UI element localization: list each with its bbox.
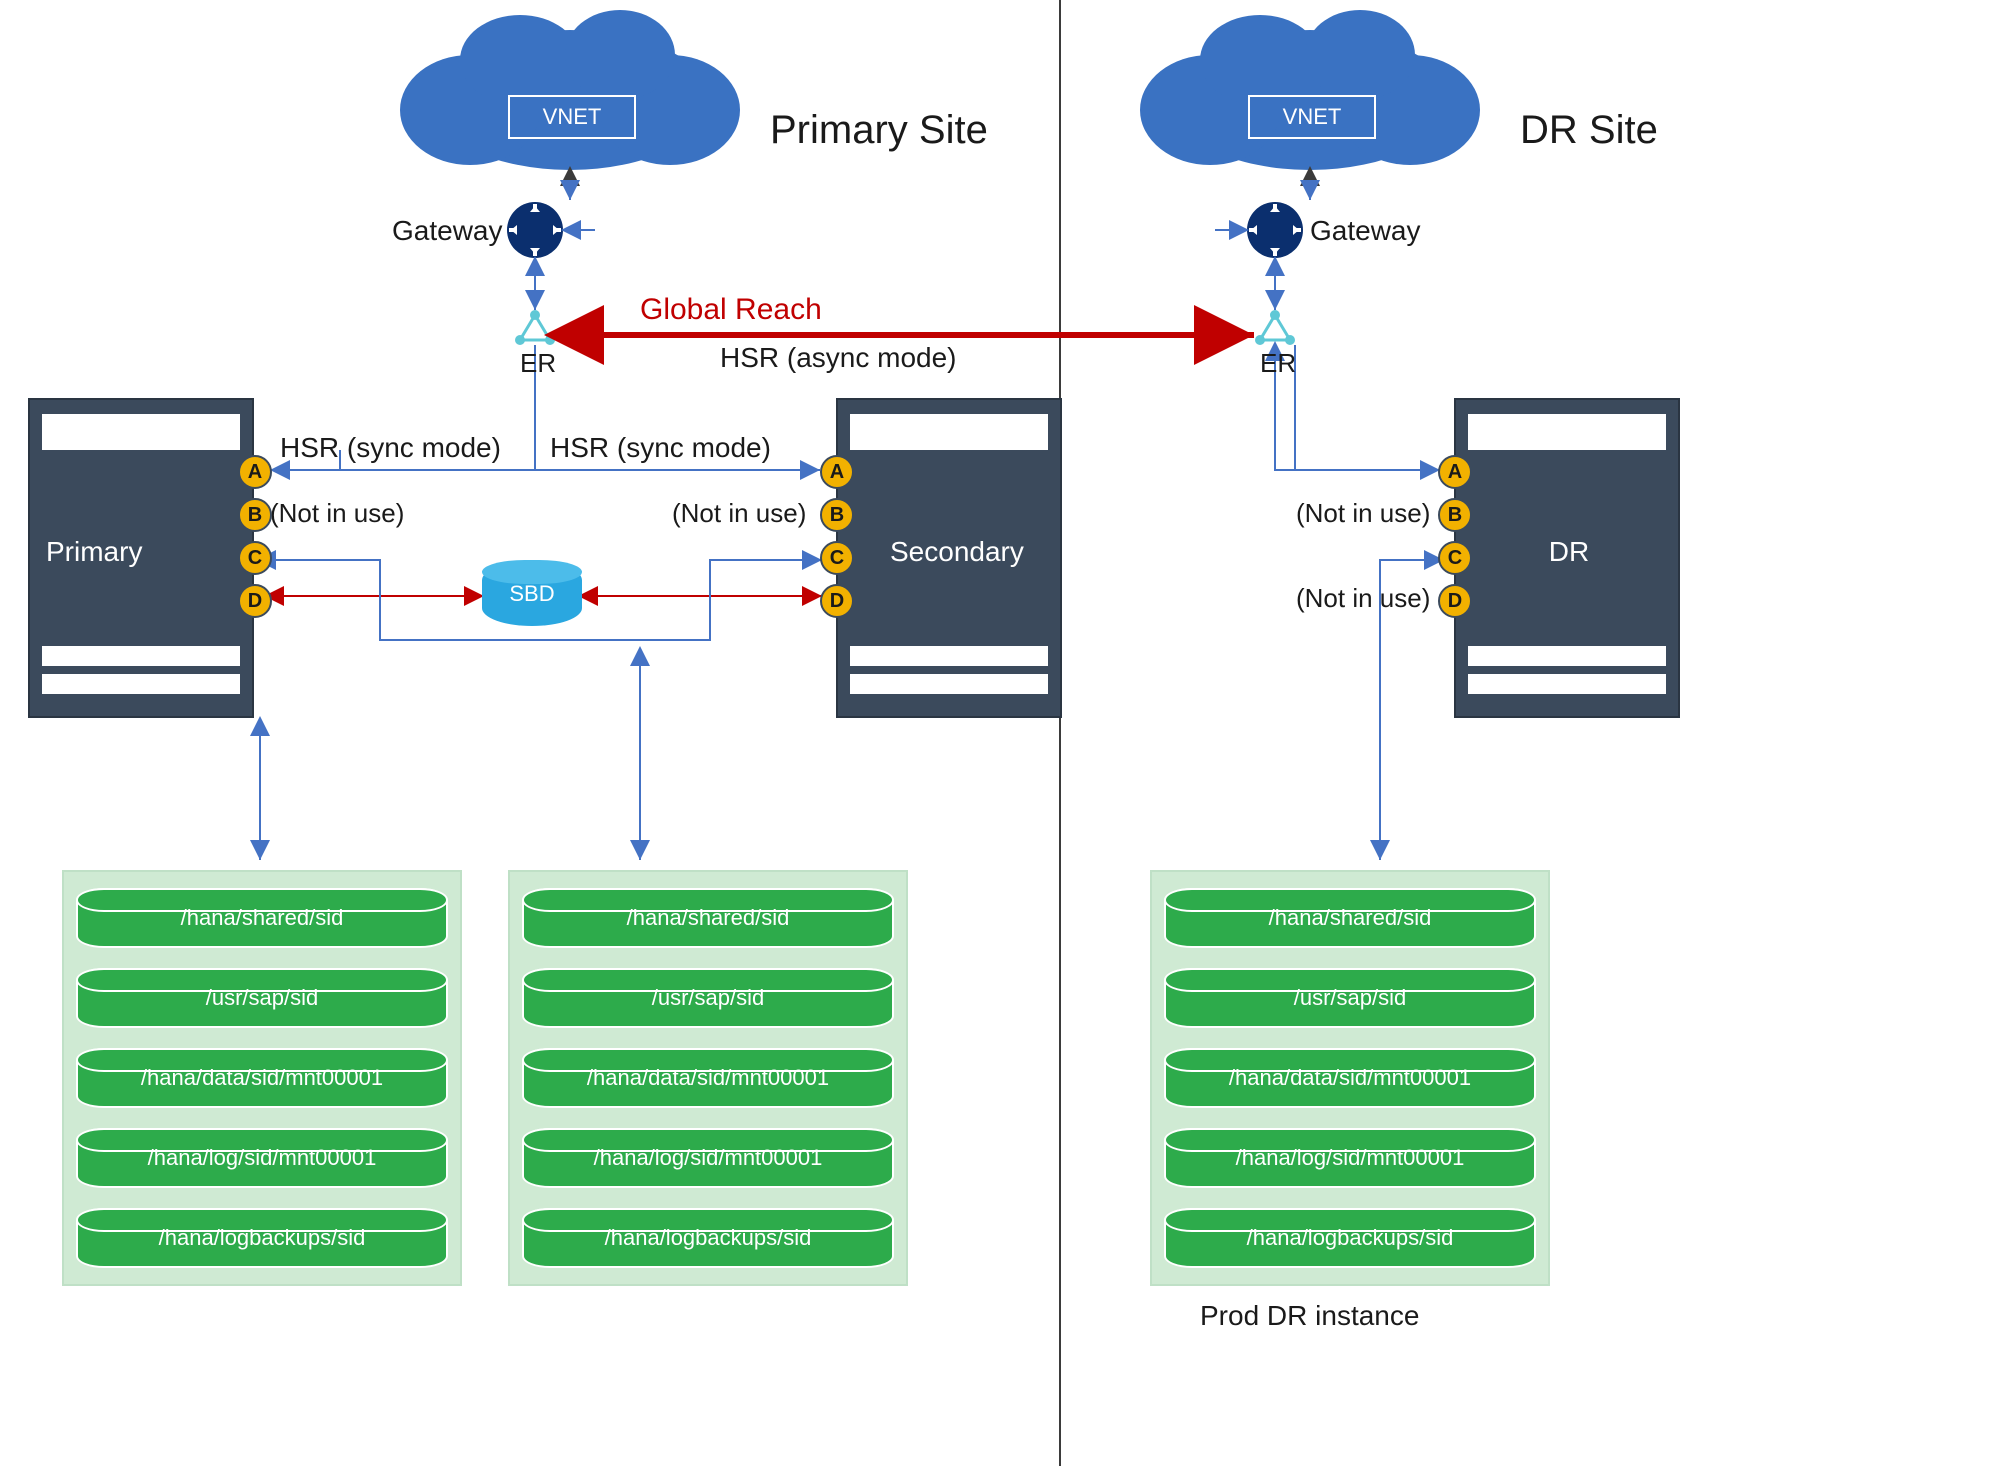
disk: /hana/data/sid/mnt00001	[76, 1048, 448, 1108]
server-primary: Primary	[28, 398, 254, 718]
er-node-dr	[1255, 310, 1295, 345]
cloud-primary	[400, 10, 740, 170]
disk: /hana/logbackups/sid	[522, 1208, 894, 1268]
er-node-primary	[515, 310, 555, 345]
sbd-label: SBD	[509, 581, 554, 607]
vnet-label: VNET	[1283, 104, 1342, 130]
primary-site-label: Primary Site	[770, 108, 988, 153]
disk: /usr/sap/sid	[1164, 968, 1536, 1028]
port-secondary-a: A	[820, 455, 854, 489]
disk: /hana/shared/sid	[522, 888, 894, 948]
vnet-label: VNET	[543, 104, 602, 130]
port-secondary-b: B	[820, 498, 854, 532]
disk: /hana/logbackups/sid	[76, 1208, 448, 1268]
port-dr-d: D	[1438, 584, 1472, 618]
storage-secondary: /hana/shared/sid /usr/sap/sid /hana/data…	[508, 870, 908, 1286]
hsr-sync-label-2: HSR (sync mode)	[550, 432, 771, 464]
port-dr-c: C	[1438, 541, 1472, 575]
disk: /hana/log/sid/mnt00001	[522, 1128, 894, 1188]
server-slot	[850, 646, 1048, 666]
server-dr: DR	[1454, 398, 1680, 718]
server-slot	[850, 414, 1048, 450]
disk: /hana/data/sid/mnt00001	[522, 1048, 894, 1108]
router-icon-dr	[1247, 202, 1303, 258]
hsr-async-label: HSR (async mode)	[720, 342, 957, 374]
server-slot	[850, 674, 1048, 694]
server-slot	[1468, 646, 1666, 666]
disk: /hana/shared/sid	[76, 888, 448, 948]
server-slot	[1468, 414, 1666, 450]
architecture-diagram: Primary Site DR Site VNET VNET Gateway G…	[0, 0, 2006, 1466]
port-secondary-c: C	[820, 541, 854, 575]
sbd-disk: SBD	[482, 562, 582, 626]
port-dr-b: B	[1438, 498, 1472, 532]
vnet-box-primary: VNET	[508, 95, 636, 139]
server-secondary: Secondary	[836, 398, 1062, 718]
gateway-label-primary: Gateway	[392, 215, 503, 247]
storage-dr: /hana/shared/sid /usr/sap/sid /hana/data…	[1150, 870, 1550, 1286]
not-in-use-secondary-b: (Not in use)	[672, 498, 806, 529]
er-label-primary: ER	[520, 348, 556, 379]
disk: /usr/sap/sid	[76, 968, 448, 1028]
disk: /hana/data/sid/mnt00001	[1164, 1048, 1536, 1108]
storage-primary: /hana/shared/sid /usr/sap/sid /hana/data…	[62, 870, 462, 1286]
port-dr-a: A	[1438, 455, 1472, 489]
dr-site-label: DR Site	[1520, 108, 1658, 153]
port-primary-a: A	[238, 455, 272, 489]
disk: /hana/logbackups/sid	[1164, 1208, 1536, 1268]
not-in-use-dr-b: (Not in use)	[1296, 498, 1430, 529]
server-dr-label: DR	[1472, 536, 1666, 568]
disk: /hana/shared/sid	[1164, 888, 1536, 948]
disk: /usr/sap/sid	[522, 968, 894, 1028]
port-primary-c: C	[238, 541, 272, 575]
global-reach-label: Global Reach	[640, 293, 822, 327]
port-secondary-d: D	[820, 584, 854, 618]
server-slot	[1468, 674, 1666, 694]
disk: /hana/log/sid/mnt00001	[1164, 1128, 1536, 1188]
hsr-sync-label-1: HSR (sync mode)	[280, 432, 501, 464]
dr-instance-label: Prod DR instance	[1200, 1300, 1419, 1332]
router-icon-primary	[507, 202, 563, 258]
er-label-dr: ER	[1260, 348, 1296, 379]
port-primary-d: D	[238, 584, 272, 618]
not-in-use-dr-d: (Not in use)	[1296, 583, 1430, 614]
server-slot	[42, 646, 240, 666]
vnet-box-dr: VNET	[1248, 95, 1376, 139]
server-slot	[42, 414, 240, 450]
port-primary-b: B	[238, 498, 272, 532]
server-secondary-label: Secondary	[890, 536, 1048, 568]
disk: /hana/log/sid/mnt00001	[76, 1128, 448, 1188]
server-primary-label: Primary	[46, 536, 240, 568]
not-in-use-primary-b: (Not in use)	[270, 498, 404, 529]
gateway-label-dr: Gateway	[1310, 215, 1421, 247]
cloud-dr	[1140, 10, 1480, 170]
server-slot	[42, 674, 240, 694]
